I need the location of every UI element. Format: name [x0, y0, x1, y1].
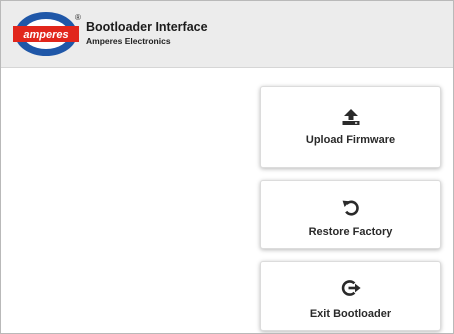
upload-icon [342, 109, 359, 125]
upload-firmware-label: Upload Firmware [305, 134, 396, 146]
amperes-logo: amperes [13, 12, 79, 56]
app-title: Bootloader Interface [86, 20, 208, 34]
logo-text: amperes [23, 29, 68, 41]
exit-icon [341, 280, 361, 296]
app-header: amperes ® Bootloader Interface Amperes E… [1, 1, 453, 68]
restore-icon [342, 200, 359, 216]
restore-factory-label: Restore Factory [308, 226, 393, 238]
upload-firmware-button[interactable]: Upload Firmware [260, 86, 441, 168]
app-window: amperes ® Bootloader Interface Amperes E… [0, 0, 454, 334]
exit-bootloader-label: Exit Bootloader [309, 308, 392, 320]
restore-factory-button[interactable]: Restore Factory [260, 180, 441, 249]
registered-mark: ® [75, 13, 81, 22]
exit-bootloader-button[interactable]: Exit Bootloader [260, 261, 441, 331]
main-content: Upload Firmware Restore Factory Exit Boo… [1, 68, 453, 333]
app-subtitle: Amperes Electronics [86, 36, 171, 46]
